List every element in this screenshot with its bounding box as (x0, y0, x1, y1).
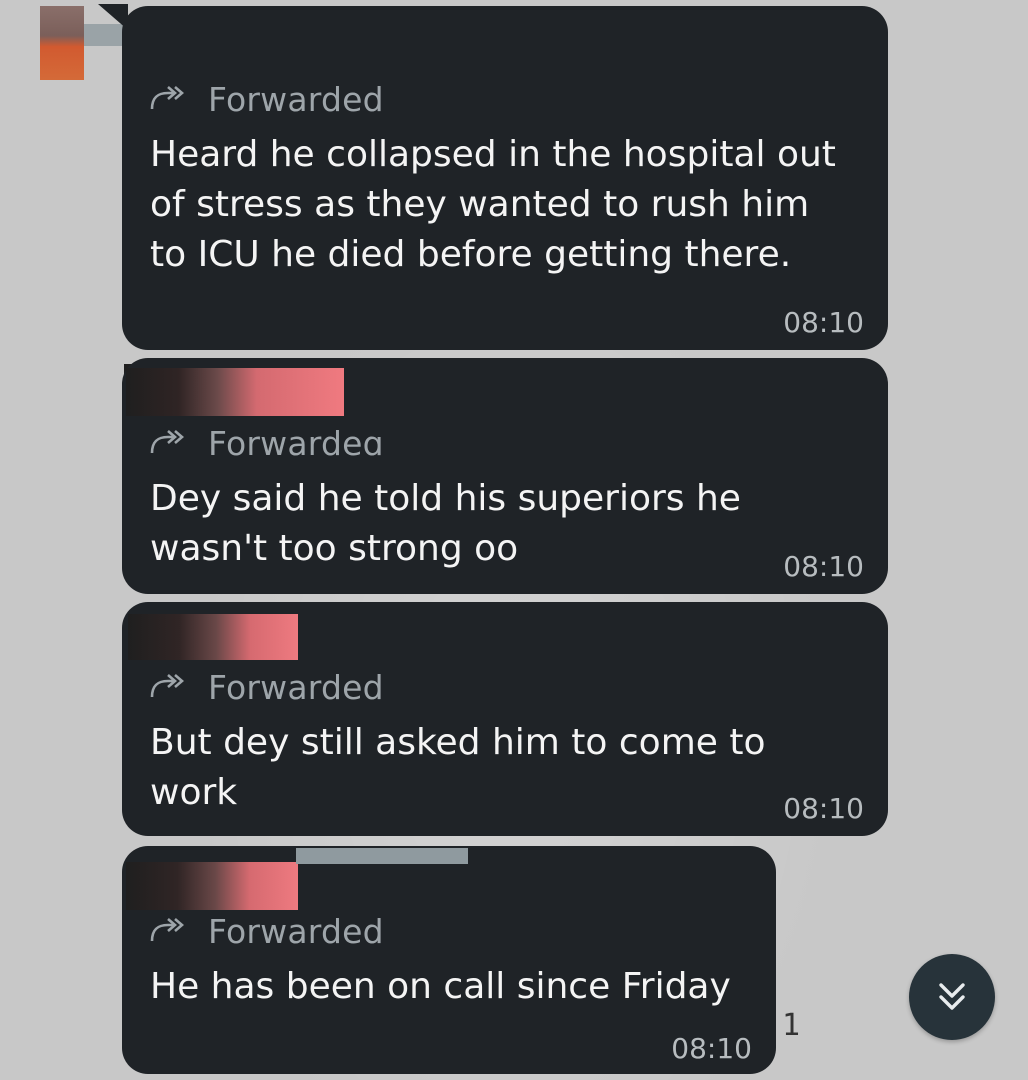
message-bubble[interactable]: Forwarded Heard he collapsed in the hosp… (98, 4, 888, 350)
sender-name-redacted (126, 368, 344, 416)
forward-arrow-icon (150, 673, 184, 697)
forward-arrow-icon (150, 429, 184, 453)
double-chevron-down-icon (939, 983, 965, 1010)
message-text: Dey said he told his superiors he wasn't… (150, 478, 741, 569)
forwarded-tag: Forwardeɑ (148, 424, 384, 463)
message-text: But dey still asked him to come to work (150, 722, 766, 813)
forward-arrow-icon (150, 85, 184, 109)
forwarded-tag: Forwarded (148, 912, 384, 951)
message-timestamp: 08:10 (671, 1032, 752, 1065)
sender-name-redacted (128, 614, 298, 660)
forwarded-label: Forwarded (208, 668, 384, 707)
forwarded-tag: Forwarded (148, 80, 384, 119)
forwarded-tag: Forwarded (148, 668, 384, 707)
message-text: He has been on call since Friday (150, 966, 731, 1007)
message-text: Heard he collapsed in the hospital out o… (150, 134, 836, 275)
forwarded-label: Forwardeɑ (208, 424, 384, 463)
forward-arrow-icon (150, 917, 184, 941)
redaction-mark (296, 848, 468, 864)
unread-count: 1 (782, 1008, 801, 1043)
message-timestamp: 08:10 (783, 306, 864, 339)
message-timestamp: 08:10 (783, 550, 864, 583)
scroll-to-bottom-button[interactable] (909, 954, 995, 1040)
forwarded-label: Forwarded (208, 80, 384, 119)
forwarded-label: Forwarded (208, 912, 384, 951)
sender-avatar-redacted (40, 6, 84, 80)
sender-name-redacted (126, 862, 298, 910)
message-timestamp: 08:10 (783, 792, 864, 825)
